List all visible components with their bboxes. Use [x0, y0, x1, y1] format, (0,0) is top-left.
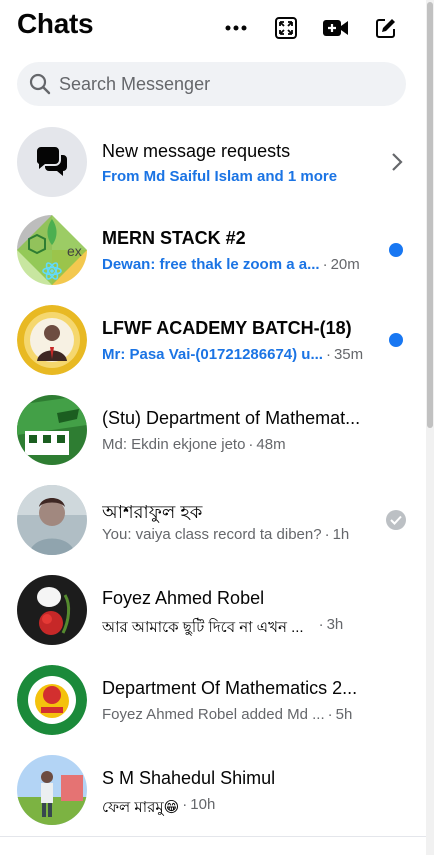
requests-title: New message requests	[102, 141, 291, 161]
chat-row-mern-stack[interactable]: ex MERN STACK #2 Dewan: free thak le zoo…	[0, 210, 426, 300]
chat-preview: Mr: Pasa Vai-(01721286674) u... · 35m	[102, 346, 364, 363]
expand-button[interactable]	[270, 12, 302, 44]
chevron-right-icon	[392, 153, 403, 171]
more-options-icon	[225, 25, 247, 31]
chat-name: LFWF ACADEMY BATCH-(18)	[102, 318, 352, 338]
chat-time: 35m	[333, 346, 364, 363]
compose-button[interactable]	[370, 12, 402, 44]
chat-row-lfwf-academy[interactable]: LFWF ACADEMY BATCH-(18) Mr: Pasa Vai-(01…	[0, 300, 426, 390]
avatar	[17, 395, 87, 465]
chat-time: 48m	[256, 436, 286, 453]
requests-subtitle: From Md Saiful Islam and 1 more	[102, 168, 338, 185]
chat-name: MERN STACK #2	[102, 228, 246, 248]
chat-preview: আর আমাকে ছুটি দিবে না এখন ... · 3h	[102, 616, 343, 641]
svg-text:ex: ex	[67, 243, 82, 259]
chat-name: (Stu) Department of Mathemat...	[102, 408, 361, 428]
chat-preview: ফেল মারমু😁 · 10h	[102, 796, 215, 821]
seen-check-icon	[386, 510, 406, 530]
new-room-button[interactable]	[320, 12, 352, 44]
page-title: Chats	[17, 8, 94, 39]
chat-message: Mr: Pasa Vai-(01721286674) u...	[102, 346, 323, 363]
chat-name: Foyez Ahmed Robel	[102, 588, 265, 608]
search-input[interactable]	[57, 72, 381, 96]
chat-preview: Dewan: free thak le zoom a a... · 20m	[102, 256, 360, 273]
search-icon	[29, 73, 51, 95]
chat-row-sm-shahedul-shimul[interactable]: S M Shahedul Shimul ফেল মারমু😁 · 10h	[0, 750, 426, 840]
avatar	[17, 575, 87, 645]
new-room-video-icon	[323, 20, 348, 36]
chat-time: 20m	[330, 256, 360, 273]
chat-preview: Foyez Ahmed Robel added Md ... · 5h	[102, 706, 353, 723]
search-bar[interactable]	[17, 62, 406, 106]
chat-name: Department Of Mathematics 2...	[102, 678, 358, 698]
message-requests-row[interactable]: New message requests From Md Saiful Isla…	[0, 122, 426, 210]
avatar	[17, 665, 87, 735]
compose-icon	[376, 19, 395, 38]
chat-message: Md: Ekdin ekjone jeto	[102, 436, 246, 453]
chat-message: আর আমাকে ছুটি দিবে না এখন ...	[102, 619, 304, 636]
chat-row-foyez-ahmed-robel[interactable]: Foyez Ahmed Robel আর আমাকে ছুটি দিবে না …	[0, 570, 426, 660]
chat-time: 10h	[190, 796, 216, 813]
unread-indicator	[389, 333, 403, 347]
chats-header: Chats	[0, 0, 426, 56]
chat-preview: You: vaiya class record ta diben? · 1h	[102, 526, 350, 543]
avatar: ex	[17, 215, 87, 285]
message-requests-avatar	[17, 127, 87, 197]
avatar	[17, 305, 87, 375]
more-options-button[interactable]	[220, 12, 252, 44]
chat-row-department-of-mathematics[interactable]: Department Of Mathematics 2... Foyez Ahm…	[0, 660, 426, 750]
chat-row-ashraful-hoque[interactable]: আশরাফুল হক You: vaiya class record ta di…	[0, 480, 426, 570]
chat-bubbles-icon	[36, 147, 67, 176]
chat-preview: Md: Ekdin ekjone jeto · 48m	[102, 436, 286, 453]
chat-name: S M Shahedul Shimul	[102, 768, 276, 788]
chat-row-stu-department[interactable]: (Stu) Department of Mathemat... Md: Ekdi…	[0, 390, 426, 480]
chat-list: New message requests From Md Saiful Isla…	[0, 122, 426, 840]
unread-indicator	[389, 243, 403, 257]
chat-message: ফেল মারমু😁	[102, 799, 180, 816]
scrollbar-thumb[interactable]	[427, 2, 433, 428]
chat-time: 1h	[332, 526, 350, 543]
bottom-divider	[0, 836, 426, 837]
chat-message: Foyez Ahmed Robel added Md ...	[102, 706, 325, 723]
avatar	[17, 755, 87, 825]
chat-time: 3h	[326, 616, 344, 633]
chat-name: আশরাফুল হক	[102, 502, 203, 522]
avatar	[17, 485, 87, 555]
chat-message: You: vaiya class record ta diben?	[102, 526, 322, 543]
chat-time: 5h	[335, 706, 353, 723]
chat-message: Dewan: free thak le zoom a a...	[102, 256, 320, 273]
expand-icon	[275, 17, 297, 39]
